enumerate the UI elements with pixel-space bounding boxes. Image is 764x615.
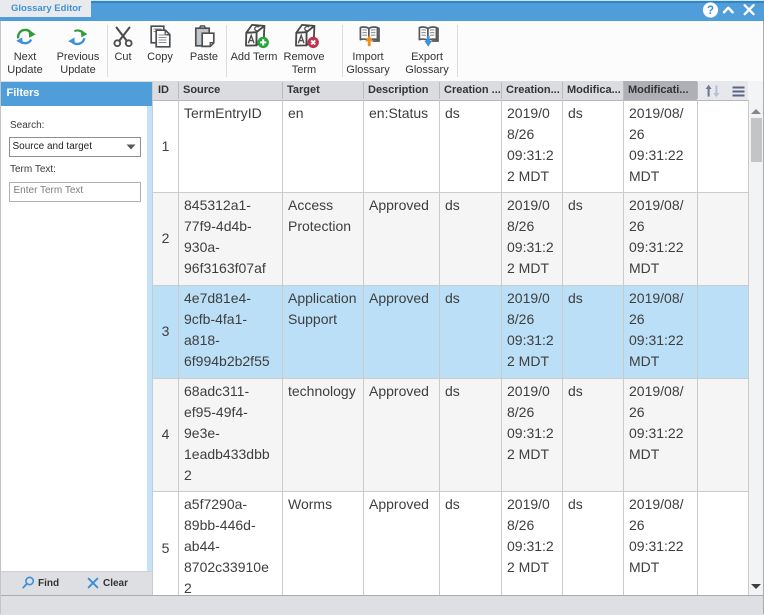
svg-text:?: ? [707, 5, 714, 17]
